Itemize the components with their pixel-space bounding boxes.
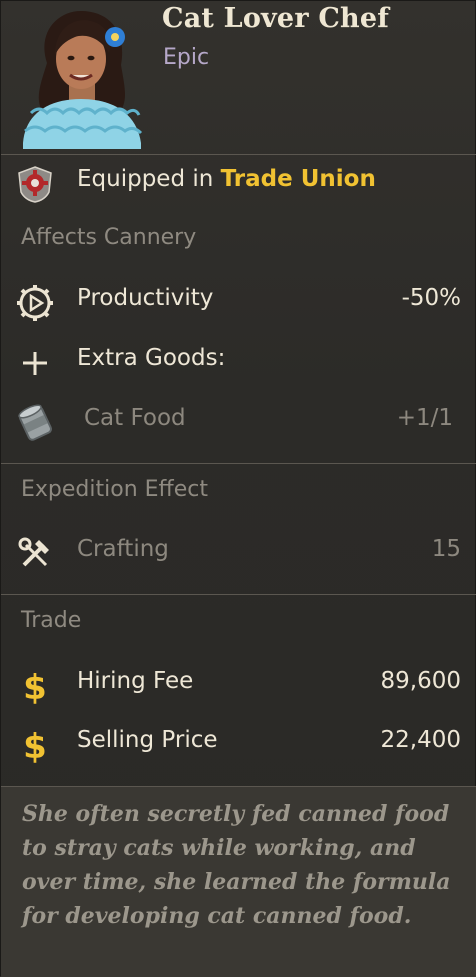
equipped-row: Equipped in Trade Union <box>1 158 476 208</box>
equipped-location: Trade Union <box>220 166 376 192</box>
svg-text:$: $ <box>23 727 47 765</box>
extra-goods-row: Extra Goods: <box>1 337 476 387</box>
cat-food-value: +1/1 <box>396 405 453 431</box>
plus-icon <box>23 352 47 375</box>
productivity-gear-icon <box>17 285 53 321</box>
card-header: Cat Lover Chef Epic <box>1 1 476 153</box>
cat-food-can-icon <box>18 404 52 441</box>
svg-text:$: $ <box>23 668 47 706</box>
selling-price-row: $ Selling Price 22,400 <box>1 719 476 769</box>
hiring-fee-label: Hiring Fee <box>77 668 194 694</box>
character-card: Cat Lover Chef Epic Equipped in Trade Un… <box>0 0 476 977</box>
trade-union-emblem-icon <box>18 166 52 203</box>
crafting-row: Crafting 15 <box>1 528 476 578</box>
hiring-fee-value: 89,600 <box>380 668 461 694</box>
description-box: She often secretly fed canned food to st… <box>1 787 476 977</box>
divider <box>1 463 476 464</box>
trade-section-title: Trade <box>21 608 82 633</box>
cat-food-row: Cat Food +1/1 <box>1 397 476 447</box>
crafting-tools-icon <box>18 537 49 567</box>
productivity-value: -50% <box>401 285 461 311</box>
selling-price-label: Selling Price <box>77 727 218 753</box>
expedition-section-title: Expedition Effect <box>21 477 208 502</box>
dollar-icon: $ <box>23 668 47 706</box>
equipped-label: Equipped in Trade Union <box>77 166 376 192</box>
selling-price-value: 22,400 <box>380 727 461 753</box>
character-name: Cat Lover Chef <box>162 3 390 34</box>
cat-food-label: Cat Food <box>84 405 186 431</box>
productivity-row: Productivity -50% <box>1 277 476 327</box>
equipped-prefix: Equipped in <box>77 166 221 192</box>
crafting-value: 15 <box>431 536 461 562</box>
affects-section-title: Affects Cannery <box>21 225 197 250</box>
divider <box>1 594 476 595</box>
extra-goods-label: Extra Goods: <box>77 345 226 371</box>
crafting-label: Crafting <box>77 536 169 562</box>
hiring-fee-row: $ Hiring Fee 89,600 <box>1 660 476 710</box>
divider <box>1 154 476 155</box>
dollar-icon: $ <box>23 727 47 765</box>
character-rarity: Epic <box>163 45 210 70</box>
productivity-label: Productivity <box>77 285 214 311</box>
description-text: She often secretly fed canned food to st… <box>22 801 451 929</box>
character-portrait <box>23 11 143 149</box>
